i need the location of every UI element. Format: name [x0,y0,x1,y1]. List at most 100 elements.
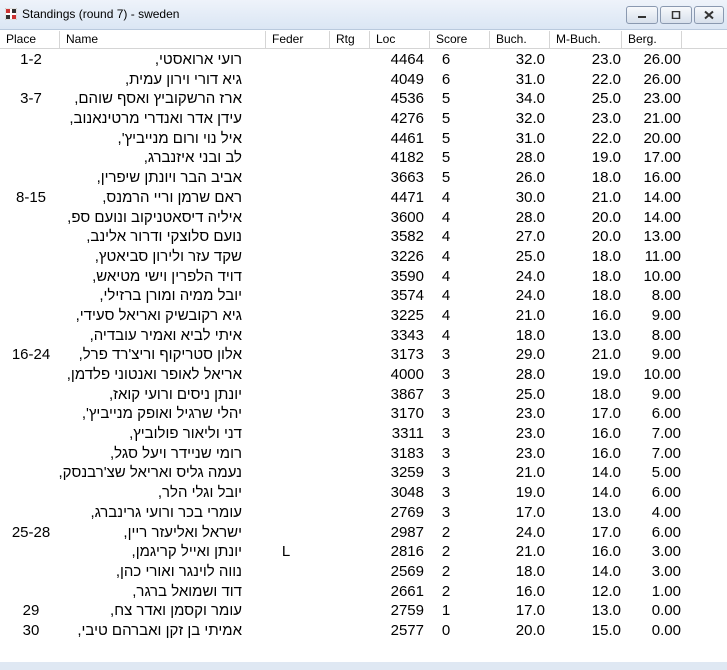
table-row[interactable]: גיא רקובשיק ואריאל סעידי, 3225 4 21.0 16.0 9.… [0,306,727,326]
cell-mbuch: 21.0 [591,188,621,206]
cell-loc: 3574 [390,287,424,305]
close-button[interactable] [694,6,724,24]
table-row[interactable]: איתי לביא ואמיר עובדיה, 3343 4 18.0 13.0 8.00 [0,326,727,346]
column-header-feder[interactable]: Feder [266,31,330,48]
cell-feder [266,267,306,287]
cell-place [0,385,62,405]
cell-mbuch: 17.0 [591,405,621,423]
cell-buch: 18.0 [515,326,545,344]
cell-name: יובל ממיה ומורן ברזילי, [99,287,242,305]
cell-buch: 17.0 [515,602,545,620]
table-row[interactable]: יובל וגלי הלר, 3048 3 19.0 14.0 6.00 [0,483,727,503]
cell-name: עומרי בכר ורועי גרינברג, [90,503,242,521]
status-bar [0,662,727,670]
table-row[interactable]: איליה דיסאטניקוב ונועם ספ, 3600 4 28.0 20.0 1… [0,208,727,228]
column-header-score[interactable]: Score [430,31,490,48]
table-row[interactable]: 1-2 רועי ארואסטי, 4464 6 32.0 23.0 26.00 [0,50,727,70]
cell-feder [266,306,306,326]
cell-berg: 9.00 [651,346,681,364]
table-row[interactable]: יונתן ניסים ורועי קואז, 3867 3 25.0 18.0 9.00 [0,385,727,405]
cell-score: 3 [441,444,451,462]
cell-berg: 11.00 [644,247,681,265]
cell-loc: 3600 [390,208,424,226]
cell-berg: 5.00 [651,464,681,482]
cell-buch: 24.0 [515,267,545,285]
cell-feder [266,109,306,129]
table-row[interactable]: עומרי בכר ורועי גרינברג, 2769 3 17.0 13.0 4.0… [0,503,727,523]
table-row[interactable]: אביב הבר ויונתן שיפרין, 3663 5 26.0 18.0 16.0… [0,168,727,188]
cell-berg: 8.00 [651,326,681,344]
cell-buch: 21.0 [515,543,545,561]
table-row[interactable]: שקד עזר ולירון סביאטץ, 3226 4 25.0 18.0 11.00 [0,247,727,267]
cell-feder [266,247,306,267]
cell-berg: 7.00 [651,425,681,443]
cell-place: 1-2 [20,51,42,68]
cell-buch: 18.0 [515,562,545,580]
cell-loc: 2661 [390,582,424,600]
cell-berg: 8.00 [651,287,681,305]
column-header-buch[interactable]: Buch. [490,31,550,48]
cell-berg: 23.00 [643,90,681,108]
table-row[interactable]: 25-28 ישראל ואליעזר ריין, 2987 2 24.0 17.0 6.0… [0,523,727,543]
cell-place [0,148,62,168]
cell-mbuch: 18.0 [591,169,621,187]
table-row[interactable]: דני וליאור פולוביץ, 3311 3 23.0 16.0 7.00 [0,424,727,444]
table-row[interactable]: 8-15 ראם שרמן וריי הרמנס, 4471 4 30.0 21.0 14.… [0,188,727,208]
cell-buch: 23.0 [515,405,545,423]
cell-name: דוד ושמואל ברגר, [132,582,242,600]
table-row[interactable]: 29 עומר וקסמן ואדר צח, 2759 1 17.0 13.0 0.00 [0,601,727,621]
cell-feder [266,50,306,70]
table-row[interactable]: לב ובני איזנברג, 4182 5 28.0 19.0 17.00 [0,148,727,168]
cell-buch: 24.0 [515,523,545,541]
table-row[interactable]: נעמה גליס ואריאל שצ'רבנסק, 3259 3 21.0 14.0 5… [0,463,727,483]
table-row[interactable]: 3-7 ארז הרשקוביץ ואסף שוהם, 4536 5 34.0 25.0 2… [0,89,727,109]
cell-score: 4 [441,287,451,305]
column-header-place[interactable]: Place [0,31,60,48]
table-row[interactable]: עידן אדר ואנדרי מרטינאנוב, 4276 5 32.0 23.0 2… [0,109,727,129]
cell-mbuch: 20.0 [591,208,621,226]
cell-score: 5 [441,110,451,128]
minimize-button[interactable] [626,6,658,24]
table-row[interactable]: 30 אמיתי בן זקן ואברהם טיבי, 2577 0 20.0 15.0… [0,621,727,641]
cell-score: 4 [441,188,451,206]
cell-loc: 3259 [390,464,424,482]
table-row[interactable]: נועם סלוצקי ודרור אלינב, 3582 4 27.0 20.0 13.… [0,227,727,247]
table-row[interactable]: 16-24 אלון סטריקוף וריצ'רד פרל, 3173 3 29.0 2… [0,345,727,365]
cell-place: 25-28 [11,523,51,541]
table-row[interactable]: יהלי שרגיל ואופק מנייביץ', 3170 3 23.0 17.0 6… [0,404,727,424]
cell-berg: 3.00 [651,543,681,561]
column-header-rtg[interactable]: Rtg [330,31,370,48]
cell-feder [266,208,306,228]
cell-name: ארז הרשקוביץ ואסף שוהם, [74,90,242,108]
cell-feder [266,70,306,90]
table-row[interactable]: אריאל לאופר ואנטוני פלדמן, 4000 3 28.0 19.0 1… [0,365,727,385]
cell-berg: 9.00 [651,306,681,324]
table-row[interactable]: דויד הלפרין וישי מטיאש, 3590 4 24.0 18.0 10.0… [0,267,727,287]
cell-loc: 3867 [390,385,424,403]
cell-buch: 28.0 [515,208,545,226]
cell-loc: 3343 [390,326,424,344]
cell-berg: 6.00 [651,523,681,541]
column-header-name[interactable]: Name [60,31,266,48]
column-header-loc[interactable]: Loc [370,31,430,48]
cell-mbuch: 19.0 [591,366,621,383]
cell-buch: 24.0 [515,287,545,305]
maximize-button[interactable] [660,6,692,24]
table-row[interactable]: יובל ממיה ומורן ברזילי, 3574 4 24.0 18.0 8.00 [0,286,727,306]
cell-berg: 9.00 [651,385,681,403]
table-row[interactable]: יונתן ואייל קריגמן, L 2816 2 21.0 16.0 3.00 [0,542,727,562]
column-header-berg[interactable]: Berg. [622,31,682,48]
cell-feder [266,503,306,523]
table-row[interactable]: איל נוי ורום מנייביץ', 4461 5 31.0 22.0 20.00 [0,129,727,149]
table-row[interactable]: נווה לוינגר ואורי כהן, 2569 2 18.0 14.0 3.00 [0,562,727,582]
table-row[interactable]: רומי שניידר ויעל סגל, 3183 3 23.0 16.0 7.00 [0,444,727,464]
cell-loc: 3173 [390,346,424,364]
cell-feder [266,148,306,168]
cell-berg: 10.00 [643,267,681,285]
cell-name: דויד הלפרין וישי מטיאש, [92,267,242,285]
column-header-mbuch[interactable]: M-Buch. [550,31,622,48]
table-row[interactable]: גיא דורי וירון עמית, 4049 6 31.0 22.0 26.00 [0,70,727,90]
cell-berg: 10.00 [643,366,681,383]
cell-loc: 4049 [390,70,424,88]
table-row[interactable]: דוד ושמואל ברגר, 2661 2 16.0 12.0 1.00 [0,582,727,602]
